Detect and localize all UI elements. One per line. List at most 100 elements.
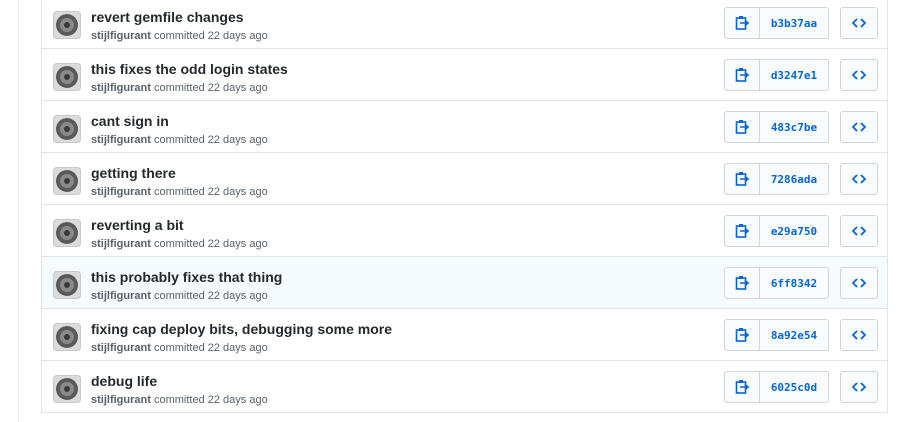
commit-meta: stijlfigurant committed 22 days ago [91, 342, 268, 354]
code-icon [852, 330, 866, 340]
code-icon [852, 70, 866, 80]
avatar[interactable] [53, 375, 81, 403]
code-icon [852, 122, 866, 132]
avatar-icon [56, 378, 78, 400]
copy-sha-button[interactable] [725, 60, 760, 90]
copy-sha-button[interactable] [725, 372, 760, 402]
avatar[interactable] [53, 11, 81, 39]
commit-author[interactable]: stijlfigurant [91, 290, 151, 302]
commit-time: committed 22 days ago [153, 394, 268, 406]
commit-time: committed 22 days ago [153, 30, 268, 42]
avatar[interactable] [53, 167, 81, 195]
commit-sha-link[interactable]: 6025c0d [760, 372, 828, 402]
browse-files-button[interactable] [840, 215, 878, 247]
avatar-icon [56, 274, 78, 296]
commit-message[interactable]: fixing cap deploy bits, debugging some m… [91, 321, 392, 337]
clipboard-icon [735, 172, 749, 186]
browse-files-button[interactable] [840, 111, 878, 143]
commit-time: committed 22 days ago [153, 238, 268, 250]
code-icon [852, 278, 866, 288]
sha-button-group: 8a92e54 [724, 319, 829, 351]
code-icon [852, 382, 866, 392]
copy-sha-button[interactable] [725, 268, 760, 298]
commit-author[interactable]: stijlfigurant [91, 82, 151, 94]
commit-row: revert gemfile changes stijlfigurant com… [42, 0, 887, 49]
commit-author[interactable]: stijlfigurant [91, 186, 151, 198]
commit-sha-link[interactable]: 6ff8342 [760, 268, 828, 298]
commit-row: this probably fixes that thing stijlfigu… [42, 257, 887, 309]
sha-button-group: 6025c0d [724, 371, 829, 403]
avatar[interactable] [53, 271, 81, 299]
commit-meta: stijlfigurant committed 22 days ago [91, 30, 268, 42]
commit-sha-link[interactable]: 8a92e54 [760, 320, 828, 350]
code-icon [852, 174, 866, 184]
commit-meta: stijlfigurant committed 22 days ago [91, 134, 268, 146]
commit-author[interactable]: stijlfigurant [91, 238, 151, 250]
sha-button-group: d3247e1 [724, 59, 829, 91]
commit-message[interactable]: revert gemfile changes [91, 9, 244, 25]
commit-meta: stijlfigurant committed 22 days ago [91, 186, 268, 198]
copy-sha-button[interactable] [725, 112, 760, 142]
avatar[interactable] [53, 323, 81, 351]
commit-message[interactable]: this fixes the odd login states [91, 61, 288, 77]
commit-row: this fixes the odd login states stijlfig… [42, 49, 887, 101]
commit-meta: stijlfigurant committed 22 days ago [91, 238, 268, 250]
commit-sha-link[interactable]: 483c7be [760, 112, 828, 142]
commit-message[interactable]: cant sign in [91, 113, 169, 129]
browse-files-button[interactable] [840, 267, 878, 299]
commit-meta: stijlfigurant committed 22 days ago [91, 290, 268, 302]
copy-sha-button[interactable] [725, 216, 760, 246]
clipboard-icon [735, 224, 749, 238]
commit-meta: stijlfigurant committed 22 days ago [91, 394, 268, 406]
copy-sha-button[interactable] [725, 320, 760, 350]
code-icon [852, 18, 866, 28]
commit-time: committed 22 days ago [153, 82, 268, 94]
sha-button-group: 6ff8342 [724, 267, 829, 299]
commit-meta: stijlfigurant committed 22 days ago [91, 82, 268, 94]
commit-time: committed 22 days ago [153, 186, 268, 198]
timeline-rail [18, 0, 19, 422]
sha-button-group: 7286ada [724, 163, 829, 195]
commit-sha-link[interactable]: b3b37aa [760, 8, 828, 38]
avatar-icon [56, 66, 78, 88]
avatar-icon [56, 170, 78, 192]
commit-author[interactable]: stijlfigurant [91, 342, 151, 354]
commit-row: cant sign in stijlfigurant committed 22 … [42, 101, 887, 153]
commit-author[interactable]: stijlfigurant [91, 394, 151, 406]
commit-author[interactable]: stijlfigurant [91, 134, 151, 146]
commit-time: committed 22 days ago [153, 342, 268, 354]
copy-sha-button[interactable] [725, 8, 760, 38]
copy-sha-button[interactable] [725, 164, 760, 194]
avatar[interactable] [53, 219, 81, 247]
clipboard-icon [735, 328, 749, 342]
avatar[interactable] [53, 115, 81, 143]
clipboard-icon [735, 380, 749, 394]
browse-files-button[interactable] [840, 163, 878, 195]
avatar-icon [56, 222, 78, 244]
commit-author[interactable]: stijlfigurant [91, 30, 151, 42]
commit-message[interactable]: reverting a bit [91, 217, 184, 233]
commit-sha-link[interactable]: 7286ada [760, 164, 828, 194]
browse-files-button[interactable] [840, 59, 878, 91]
sha-button-group: e29a750 [724, 215, 829, 247]
avatar-icon [56, 326, 78, 348]
commit-message[interactable]: debug life [91, 373, 157, 389]
commit-row: fixing cap deploy bits, debugging some m… [42, 309, 887, 361]
browse-files-button[interactable] [840, 7, 878, 39]
commit-sha-link[interactable]: e29a750 [760, 216, 828, 246]
clipboard-icon [735, 16, 749, 30]
browse-files-button[interactable] [840, 371, 878, 403]
commit-row: reverting a bit stijlfigurant committed … [42, 205, 887, 257]
browse-files-button[interactable] [840, 319, 878, 351]
sha-button-group: 483c7be [724, 111, 829, 143]
commit-message[interactable]: this probably fixes that thing [91, 269, 282, 285]
commit-row: getting there stijlfigurant committed 22… [42, 153, 887, 205]
commit-sha-link[interactable]: d3247e1 [760, 60, 828, 90]
avatar-icon [56, 118, 78, 140]
sha-button-group: b3b37aa [724, 7, 829, 39]
code-icon [852, 226, 866, 236]
clipboard-icon [735, 120, 749, 134]
commit-message[interactable]: getting there [91, 165, 176, 181]
avatar[interactable] [53, 63, 81, 91]
clipboard-icon [735, 276, 749, 290]
